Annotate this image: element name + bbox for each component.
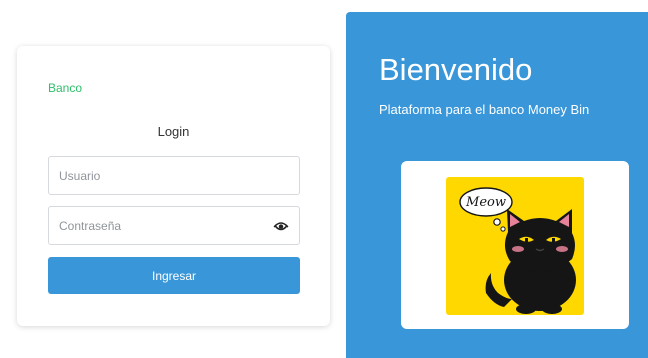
page: Banco Login Ingresar Bienvenido Platafor…	[0, 0, 648, 358]
login-button[interactable]: Ingresar	[48, 257, 300, 294]
meow-text: Meow	[465, 195, 506, 210]
image-card: Meow	[401, 161, 629, 329]
welcome-subtitle: Plataforma para el banco Money Bin	[379, 102, 590, 117]
password-input[interactable]	[49, 207, 299, 244]
login-card: Banco Login Ingresar	[17, 46, 330, 326]
login-title: Login	[157, 124, 190, 139]
cat-illustration: Meow	[446, 177, 584, 315]
welcome-panel: Bienvenido Plataforma para el banco Mone…	[346, 12, 648, 358]
username-input[interactable]	[49, 157, 299, 194]
username-field[interactable]	[48, 156, 300, 195]
brand-label: Banco	[48, 81, 83, 95]
eye-icon[interactable]	[273, 218, 289, 234]
password-field[interactable]	[48, 206, 300, 245]
welcome-title: Bienvenido	[379, 52, 533, 87]
